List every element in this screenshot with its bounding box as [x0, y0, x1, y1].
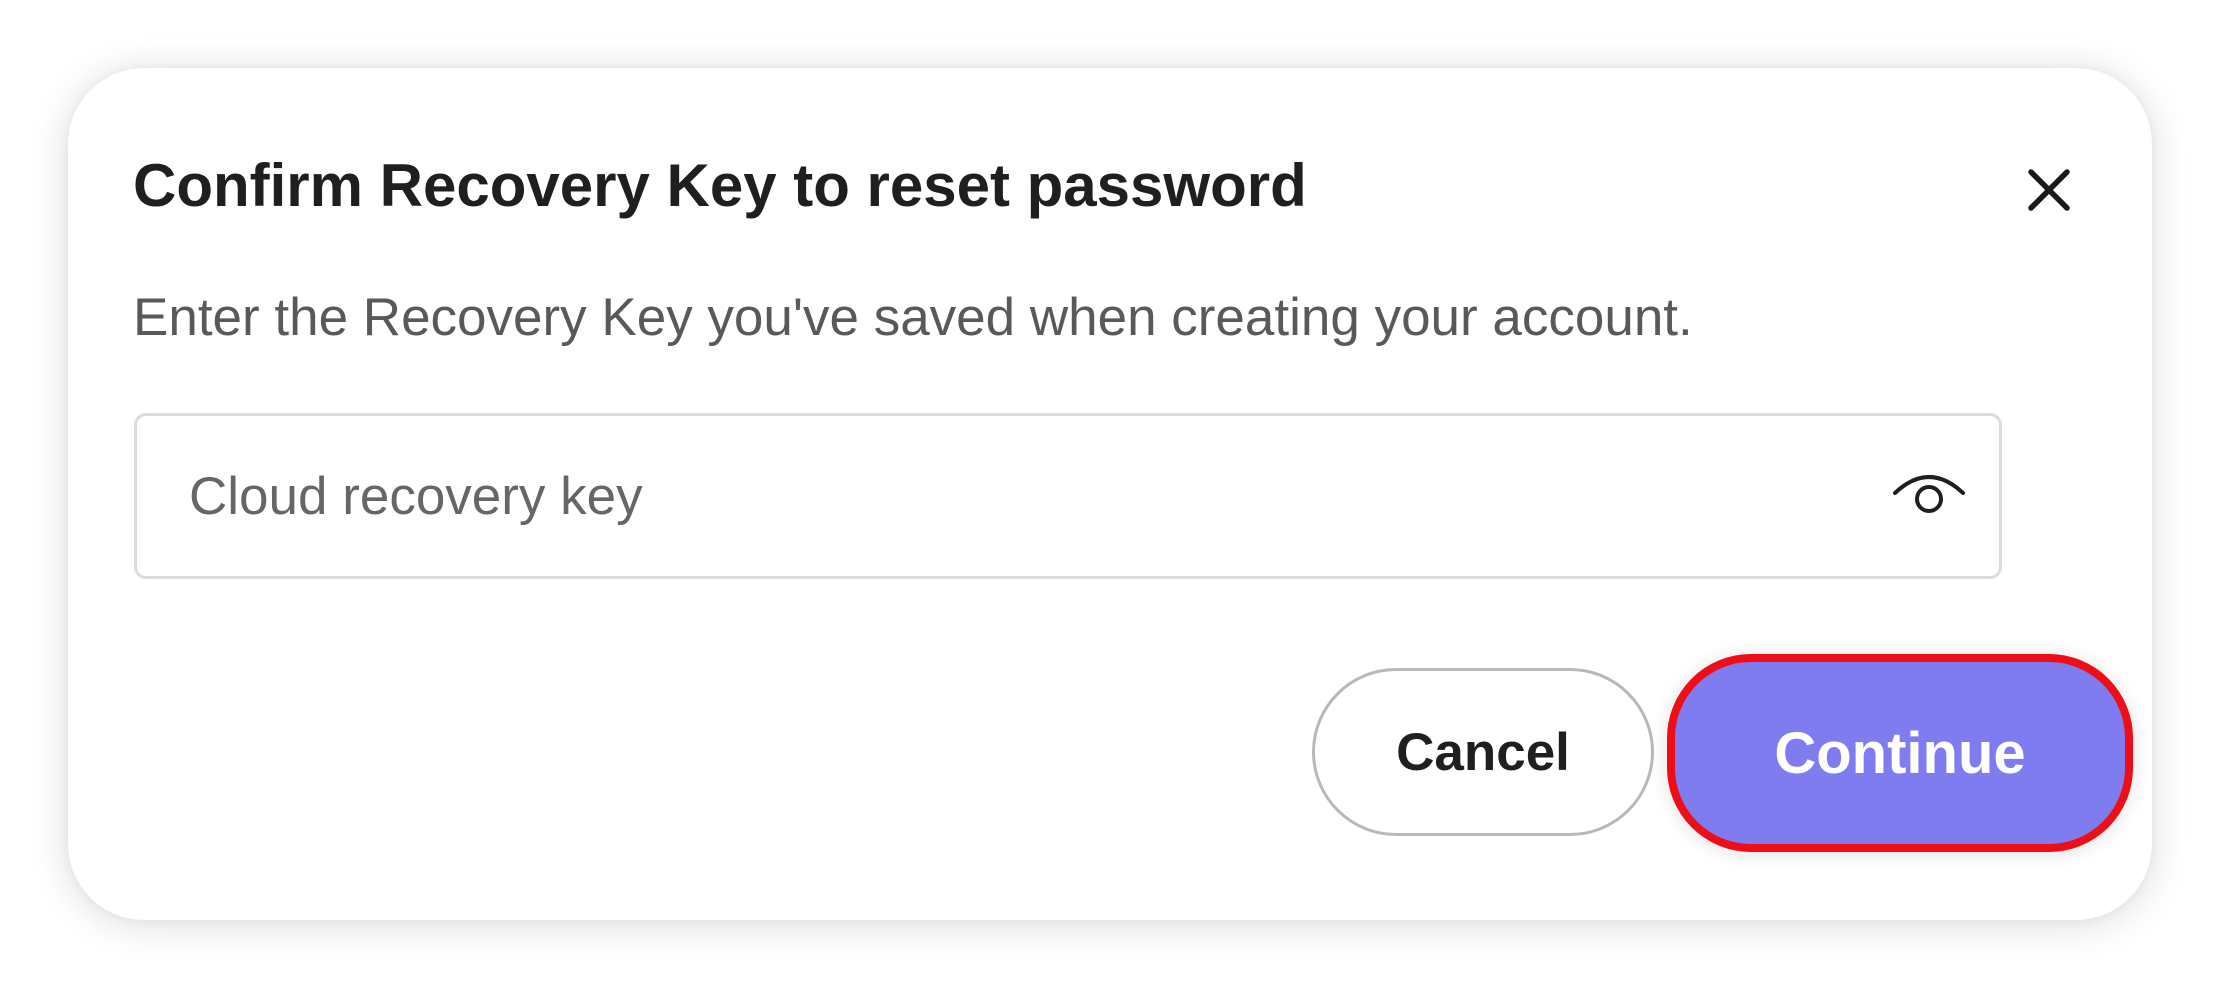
recovery-key-input[interactable] — [189, 416, 1749, 576]
cancel-button[interactable]: Cancel — [1312, 668, 1654, 836]
dialog-subtitle: Enter the Recovery Key you've saved when… — [133, 288, 1693, 347]
recovery-key-dialog: Confirm Recovery Key to reset password E… — [68, 68, 2152, 920]
close-icon — [2028, 169, 2070, 211]
eye-icon — [1893, 475, 1965, 513]
dialog-title: Confirm Recovery Key to reset password — [133, 152, 1307, 219]
recovery-key-field — [134, 413, 2002, 579]
continue-button[interactable]: Continue — [1667, 654, 2133, 852]
close-button[interactable] — [2011, 152, 2087, 228]
show-password-toggle[interactable] — [1887, 452, 1971, 536]
